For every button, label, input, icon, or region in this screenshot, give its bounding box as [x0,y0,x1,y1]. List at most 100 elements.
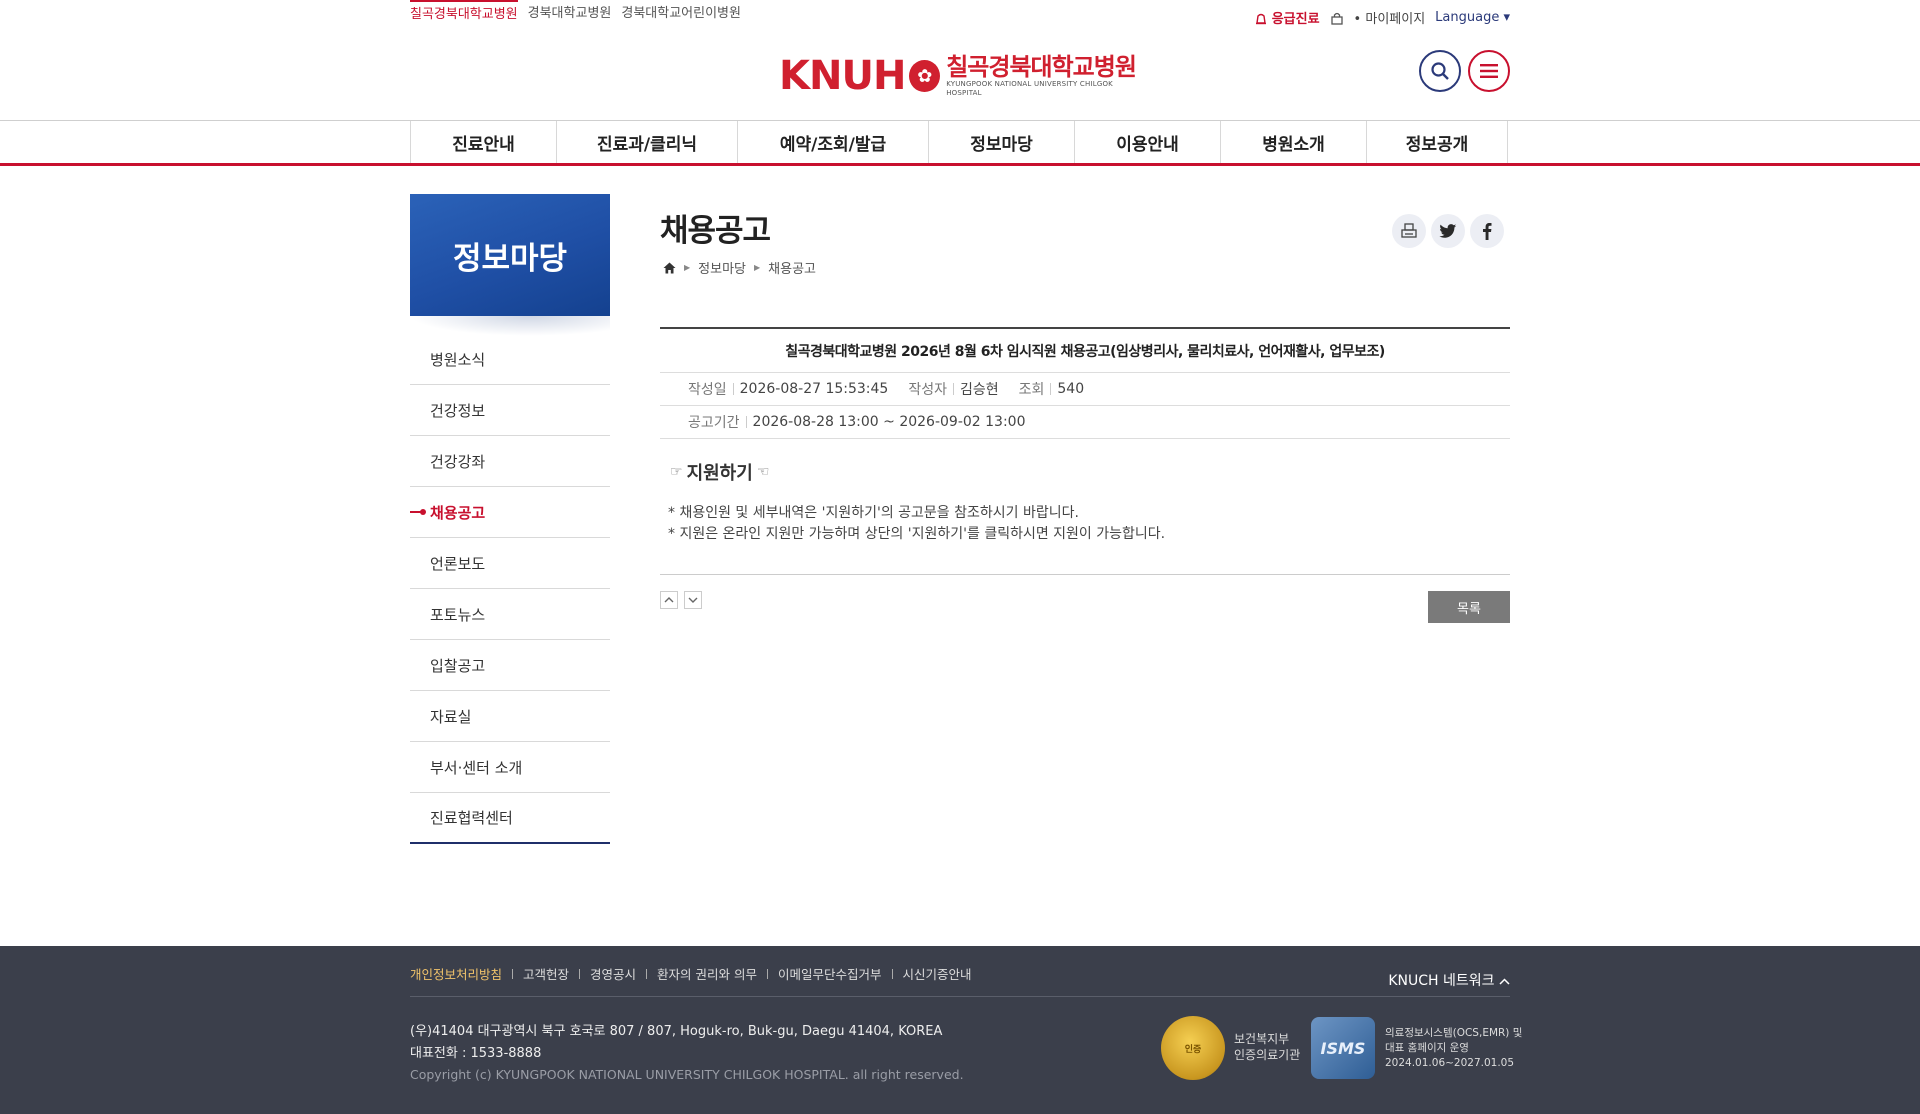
gnb-item-reservation[interactable]: 예약/조회/발급 [738,121,929,163]
network-toggle[interactable]: KNUCH 네트워크 [1388,970,1510,990]
mypage-link[interactable]: • 마이페이지 [1354,8,1426,27]
gnb-bottom-divider [0,163,1920,166]
side-nav-item[interactable]: 포토뉴스 [410,589,610,640]
emergency-link[interactable]: 응급진료 [1254,8,1320,27]
footer-links: 개인정보처리방침 고객헌장 경영공시 환자의 권리와 의무 이메일무단수집거부 … [410,964,972,983]
side-nav-item[interactable]: 건강강좌 [410,436,610,487]
meta-divider [1050,383,1052,395]
date-value: 2026-08-27 15:53:45 [739,381,889,397]
breadcrumb-item[interactable]: 채용공고 [768,258,816,277]
views-value: 540 [1057,381,1085,397]
footer-link[interactable]: 이메일무단수집거부 [778,964,882,983]
chevron-down-icon [688,597,698,603]
apply-label: 지원하기 [686,463,753,484]
pointing-hand-icon: ☞ [670,464,683,480]
accreditation-badge-icon: 인증 [1161,1016,1225,1080]
side-nav-item[interactable]: 입찰공고 [410,640,610,691]
side-nav-item[interactable]: 병원소식 [410,334,610,385]
meta-divider [745,416,747,428]
post-subject: 칠곡경북대학교병원 2026년 8월 6차 임시직원 채용공고(임상병리사, 물… [660,329,1510,373]
footer-phone: 대표전화 : 1533-8888 [410,1046,542,1061]
side-nav-item-active[interactable]: 채용공고 [410,487,610,538]
print-icon [1401,223,1417,238]
lnb-title-shadow [410,316,610,336]
side-nav-item[interactable]: 건강정보 [410,385,610,436]
pointing-hand-left-icon: ☜ [756,464,770,480]
isms-badge-icon: ISMS [1311,1017,1375,1079]
footer-link-divider [579,968,581,979]
side-nav-label: 포토뉴스 [430,605,486,624]
apply-link[interactable]: ☞ 지원하기 ☜ [670,459,769,485]
footer-link-divider [646,968,648,979]
active-marker-icon [410,509,426,515]
footer-link[interactable]: 환자의 권리와 의무 [657,964,757,983]
gnb-item-usage[interactable]: 이용안내 [1075,121,1221,163]
side-nav-label: 입찰공고 [430,656,486,675]
isms-line: 대표 홈페이지 운영 [1385,1042,1469,1054]
side-nav-item[interactable]: 자료실 [410,691,610,742]
footer-divider [410,996,1510,997]
footer-address-block: (우)41404 대구광역시 북구 호국로 807 / 807, Hoguk-r… [410,1021,942,1065]
accreditation-line: 인증의료기관 [1234,1048,1301,1062]
list-button[interactable]: 목록 [1428,591,1510,623]
site-link-knuh[interactable]: 경북대학교병원 [528,0,612,28]
side-nav-item[interactable]: 진료협력센터 [410,793,610,844]
post-bottom-border [660,574,1510,575]
facebook-share-button[interactable] [1470,214,1504,248]
logo-names: 칠곡경북대학교병원 KYUNGPOOK NATIONAL UNIVERSITY … [946,54,1143,98]
footer-link-divider [512,968,514,979]
hospital-logo[interactable]: KNUH ✿ 칠곡경북대학교병원 KYUNGPOOK NATIONAL UNIV… [779,54,1143,98]
print-button[interactable] [1392,214,1426,248]
side-nav-label: 진료협력센터 [430,809,513,827]
footer-link-divider [891,968,893,979]
logo-name-en: KYUNGPOOK NATIONAL UNIVERSITY CHILGOK HO… [946,80,1113,97]
footer-address: (우)41404 대구광역시 북구 호국로 807 / 807, Hoguk-r… [410,1024,943,1039]
next-post-button[interactable] [684,591,702,609]
side-nav-label: 건강강좌 [430,452,486,471]
language-select[interactable]: Language ▾ [1435,10,1510,25]
footer-link[interactable]: 경영공시 [590,964,636,983]
lnb-title: 정보마당 [410,194,610,316]
side-nav-label: 병원소식 [430,350,486,369]
menu-button[interactable] [1468,50,1510,92]
search-button[interactable] [1419,50,1461,92]
search-icon [1431,62,1449,80]
notice-line: * 채용인원 및 세부내역은 '지원하기'의 공고문을 참조하시기 바랍니다. [668,505,1079,521]
prev-post-button[interactable] [660,591,678,609]
breadcrumb-separator-icon: ▶ [684,263,691,272]
chevron-up-icon [664,597,674,603]
gnb-item-care-guide[interactable]: 진료안내 [411,121,557,163]
main-nav: 진료안내 진료과/클리닉 예약/조회/발급 정보마당 이용안내 병원소개 정보공… [410,121,1508,163]
site-link-chilgok[interactable]: 칠곡경북대학교병원 [410,0,518,28]
gnb-item-disclosure[interactable]: 정보공개 [1367,121,1508,163]
footer-link-privacy[interactable]: 개인정보처리방침 [410,964,502,983]
notice-line: * 지원은 온라인 지원만 가능하며 상단의 '지원하기'를 클릭하시면 지원이… [668,526,1166,542]
network-label: KNUCH 네트워크 [1388,973,1495,989]
mypage-label: 마이페이지 [1365,12,1426,27]
footer-link[interactable]: 시신기증안내 [903,964,972,983]
author-label: 작성자 [908,382,947,398]
breadcrumb-item[interactable]: 정보마당 [698,258,746,277]
site-footer: 개인정보처리방침 고객헌장 경영공시 환자의 권리와 의무 이메일무단수집거부 … [0,946,1920,1114]
side-nav-label: 자료실 [430,707,472,726]
home-icon[interactable] [663,262,676,274]
accreditation-line: 보건복지부 [1234,1032,1290,1046]
twitter-share-button[interactable] [1431,214,1465,248]
site-link-children[interactable]: 경북대학교어린이병원 [621,0,741,28]
facebook-icon [1483,223,1492,240]
side-nav-label: 건강정보 [430,401,486,420]
footer-link[interactable]: 고객헌장 [523,964,569,983]
gnb-item-about[interactable]: 병원소개 [1221,121,1367,163]
side-nav-item[interactable]: 부서·센터 소개 [410,742,610,793]
page-title: 채용공고 [660,213,771,249]
side-nav: 병원소식 건강정보 건강강좌 채용공고 언론보도 포토뉴스 입찰공고 자료실 부… [410,334,610,844]
period-value: 2026-08-28 13:00 ~ 2026-09-02 13:00 [752,414,1026,430]
isms-line: 의료정보시스템(OCS,EMR) 및 [1385,1027,1523,1039]
isms-line: 2024.01.06~2027.01.05 [1385,1057,1515,1069]
gnb-item-info[interactable]: 정보마당 [929,121,1075,163]
gnb-item-departments[interactable]: 진료과/클리닉 [557,121,738,163]
emblem-icon: ✿ [909,60,941,92]
logo-name-ko: 칠곡경북대학교병원 [946,53,1137,81]
side-nav-item[interactable]: 언론보도 [410,538,610,589]
chevron-up-icon [1499,978,1510,985]
